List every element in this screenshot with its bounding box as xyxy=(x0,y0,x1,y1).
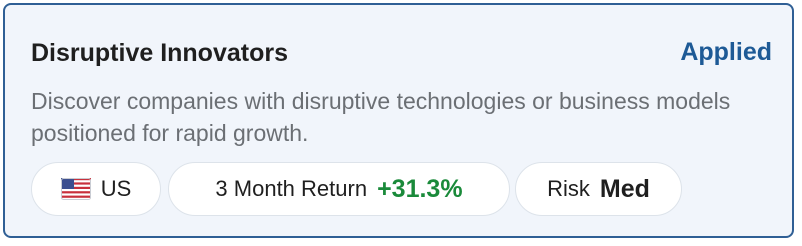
card-title: Disruptive Innovators xyxy=(31,39,288,67)
return-value: +31.3% xyxy=(377,174,463,203)
country-label: US xyxy=(100,176,132,201)
risk-value: Med xyxy=(599,174,650,203)
applied-status[interactable]: Applied xyxy=(680,38,772,67)
risk-tag: Risk Med xyxy=(515,162,682,216)
us-flag-icon xyxy=(60,178,91,200)
card-description: Discover companies with disruptive techn… xyxy=(31,88,731,146)
country-tag: US xyxy=(31,162,161,216)
return-label: 3 Month Return xyxy=(215,176,368,201)
risk-label: Risk xyxy=(547,176,590,201)
return-tag: 3 Month Return +31.3% xyxy=(168,162,510,216)
strategy-card[interactable]: Disruptive Innovators Applied Discover c… xyxy=(3,3,794,238)
